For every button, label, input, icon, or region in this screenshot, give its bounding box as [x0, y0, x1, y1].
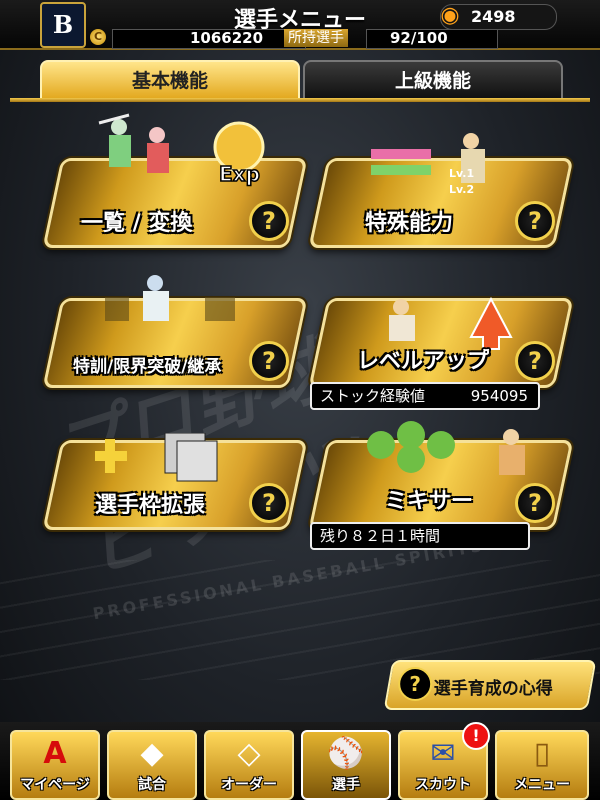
nav-label: メニュー — [514, 777, 570, 793]
stock-exp-box: ストック経験値 954095 — [310, 382, 540, 410]
training-button[interactable]: 特訓/限界突破/継承 ? — [42, 275, 308, 388]
help-icon[interactable]: ? — [249, 483, 289, 523]
lv2-tag: Lv.2 — [449, 183, 475, 196]
nav-scout[interactable]: ✉ スカウト ! — [398, 722, 490, 800]
player-icon: ⚾ — [327, 736, 365, 771]
flame-coin-icon: ◉ — [440, 3, 460, 28]
premium-currency[interactable]: ◉ 2498 — [440, 3, 557, 30]
expand-slots-button[interactable]: 選手枠拡張 ? — [42, 433, 308, 530]
premium-currency-value: 2498 — [471, 7, 516, 26]
mixer-art — [367, 421, 525, 475]
coin-icon: C — [90, 29, 106, 45]
mixer-remaining-box: 残り８２日１時間 — [310, 522, 530, 550]
coin-value: 1066220 — [190, 29, 264, 47]
stadium-icon: ◆ — [140, 736, 164, 771]
card-stack-art — [95, 433, 218, 482]
mixer-button[interactable]: ミキサー ? — [308, 421, 574, 530]
status-bar: C 1066220 所持選手 92/100 — [90, 29, 498, 49]
special-ability-button[interactable]: Lv.1 Lv.2 特殊能力 ? — [308, 133, 574, 248]
help-icon[interactable]: ? — [515, 341, 555, 381]
mixer-remaining-text: 残り８２日１時間 — [320, 527, 441, 545]
nav-order[interactable]: ◇ オーダー — [204, 730, 294, 800]
stock-exp-label: ストック経験値 — [320, 387, 426, 405]
training-players-art — [105, 275, 235, 321]
help-icon[interactable]: ? — [515, 201, 555, 241]
help-icon[interactable]: ? — [249, 201, 289, 241]
training-label: 特訓/限界突破/継承 — [73, 357, 222, 377]
nav-label: オーダー — [221, 777, 277, 793]
bottom-nav: A マイページ ◆ 試合 ◇ オーダー ⚾ 選手 ✉ スカウト ! ▯ メニュー — [0, 722, 600, 800]
player-training-guide-button[interactable]: ? 選手育成の心得 — [383, 660, 597, 710]
list-convert-label: 一覧 / 変換 — [81, 211, 193, 236]
help-icon[interactable]: ? — [249, 341, 289, 381]
owned-players-value: 92/100 — [390, 29, 448, 47]
nav-label: マイページ — [20, 777, 90, 793]
tab-underline — [10, 98, 590, 102]
special-ability-label: 特殊能力 — [365, 211, 454, 236]
tab-advanced-functions[interactable]: 上級機能 — [303, 60, 563, 100]
mixer-label: ミキサー — [385, 489, 474, 514]
nav-mypage[interactable]: A マイページ — [10, 730, 100, 800]
nav-label: 試合 — [138, 777, 166, 793]
field-diamond-icon: ◇ — [237, 736, 261, 771]
nav-players[interactable]: ⚾ 選手 — [301, 730, 391, 800]
level-up-label: レベルアップ — [357, 349, 490, 374]
tab-basic-functions[interactable]: 基本機能 — [40, 60, 300, 100]
header-bar: B 選手メニュー ◉ 2498 C 1066220 所持選手 92/100 — [0, 0, 600, 50]
nav-menu[interactable]: ▯ メニュー — [495, 730, 589, 800]
svg-text:Exp: Exp — [219, 162, 260, 186]
nav-label: スカウト — [415, 777, 471, 793]
stock-exp-value: 954095 — [470, 387, 528, 405]
notification-badge: ! — [462, 722, 490, 750]
mypage-a-icon: A — [43, 736, 67, 771]
guide-label: 選手育成の心得 — [433, 679, 553, 699]
ability-pitcher-art — [371, 133, 485, 183]
level-up-button[interactable]: レベルアップ ? — [308, 296, 574, 388]
question-icon: ? — [398, 667, 433, 701]
levelup-arrow-art — [389, 296, 513, 350]
nav-match[interactable]: ◆ 試合 — [107, 730, 197, 800]
list-convert-button[interactable]: Exp 一覧 / 変換 ? — [42, 113, 308, 248]
lv1-tag: Lv.1 — [449, 167, 475, 180]
owned-players-label: 所持選手 — [284, 29, 348, 47]
nav-label: 選手 — [332, 777, 360, 793]
menu-box-icon: ▯ — [533, 736, 551, 771]
expand-slots-label: 選手枠拡張 — [95, 493, 206, 518]
help-icon[interactable]: ? — [515, 483, 555, 523]
players-exp-art: Exp — [98, 113, 265, 187]
